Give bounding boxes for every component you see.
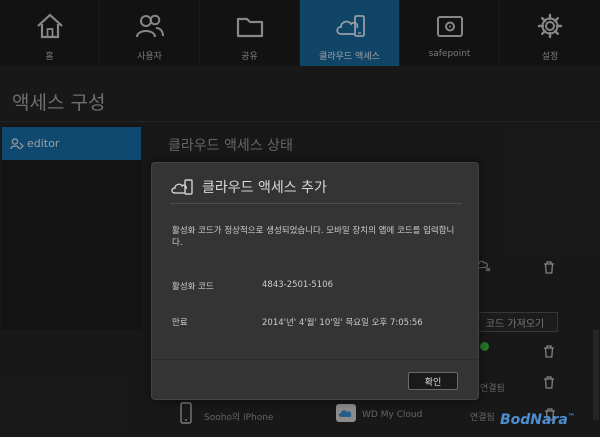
expiry-value: 2014'년' 4'월' 10'일' 목요일 오후 7:05:56: [262, 318, 423, 328]
dialog-header: 클라우드 액세스 추가: [170, 177, 327, 197]
dialog-title: 클라우드 액세스 추가: [202, 180, 327, 196]
ok-button[interactable]: 확인: [408, 372, 458, 390]
expiry-label: 만료: [172, 318, 188, 328]
dialog-divider: [170, 203, 462, 204]
watermark-logo: BodNara™: [500, 412, 575, 428]
watermark-text: BodNara: [500, 412, 568, 428]
activation-code-label: 활성화 코드: [172, 282, 214, 292]
dialog-footer-divider: [152, 359, 478, 360]
add-cloud-access-dialog: 클라우드 액세스 추가 활성화 코드가 정상적으로 생성되었습니다. 모바일 장…: [151, 162, 479, 400]
cloud-mobile-icon: [171, 179, 193, 195]
activation-code-value: 4843-2501-5106: [262, 280, 334, 290]
dialog-message: 활성화 코드가 정상적으로 생성되었습니다. 모바일 장치의 앱에 코드를 입력…: [172, 226, 455, 248]
watermark-trademark: ™: [567, 412, 575, 421]
